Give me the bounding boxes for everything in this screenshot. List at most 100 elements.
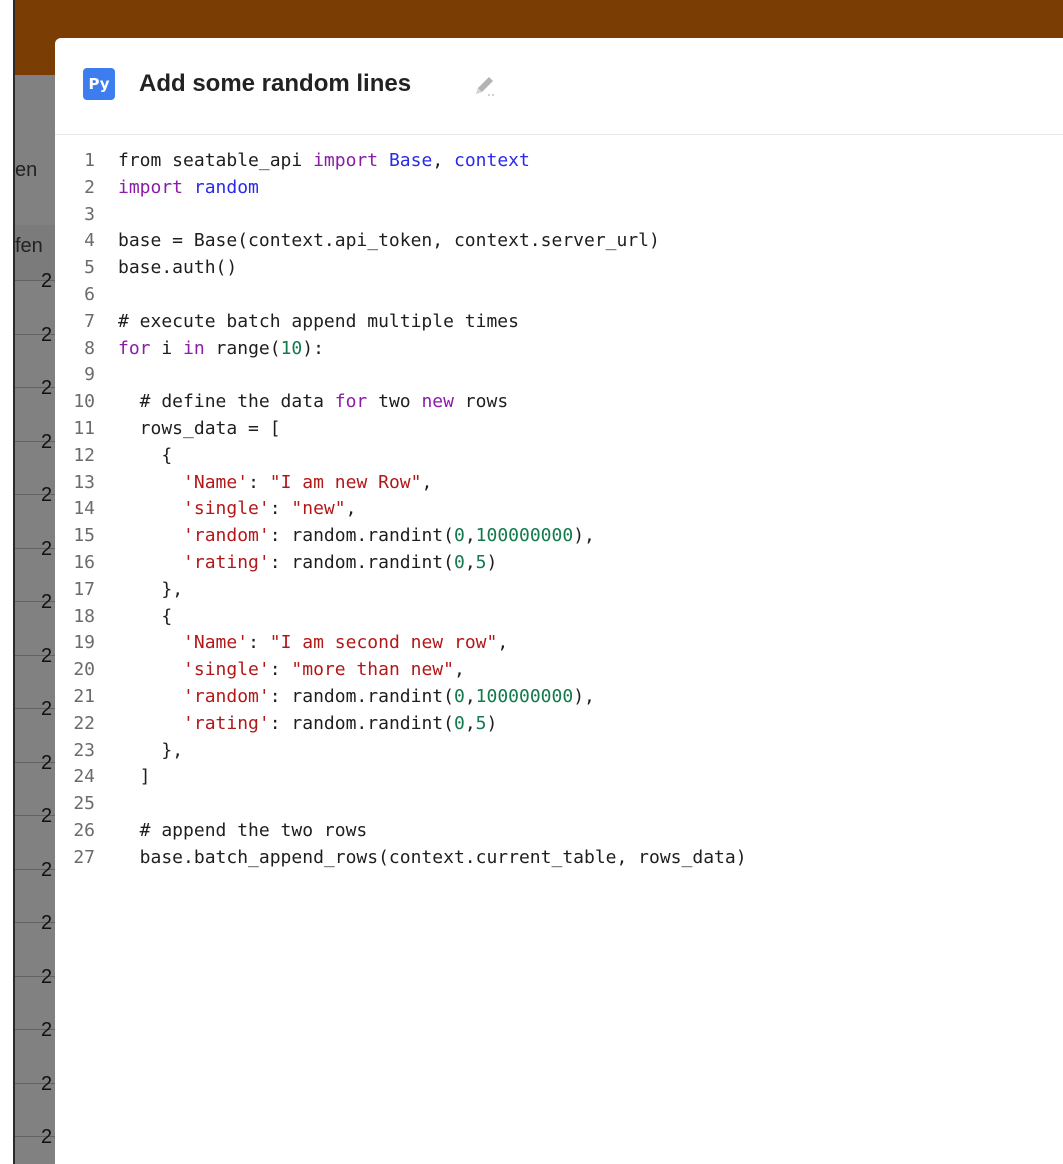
- code-token: Base: [388, 150, 433, 171]
- code-line[interactable]: 7 # execute batch append multiple times: [55, 309, 1063, 336]
- code-token: ),: [573, 685, 595, 707]
- line-number: 17: [73, 578, 95, 600]
- lint-marked-token: ]: [128, 766, 151, 788]
- code-line[interactable]: 26 # append the two rows: [55, 818, 1063, 845]
- code-line[interactable]: 3: [55, 202, 1063, 229]
- code-line[interactable]: 2 import random: [55, 175, 1063, 202]
- code-line[interactable]: 9: [55, 362, 1063, 389]
- lint-marked-token: }: [150, 578, 173, 600]
- code-line[interactable]: 24 ]: [55, 764, 1063, 791]
- code-text: {: [118, 443, 172, 470]
- code-token: two: [367, 391, 422, 413]
- code-token: I am second new row: [280, 632, 487, 654]
- code-line[interactable]: 12 {: [55, 443, 1063, 470]
- code-token: ,: [464, 712, 476, 734]
- line-number: 2: [84, 176, 95, 198]
- background-row-number: 2: [41, 1019, 53, 1041]
- pencil-icon[interactable]: [473, 73, 497, 97]
- code-line[interactable]: 22 'rating': random.randint(0,5): [55, 711, 1063, 738]
- python-badge-icon: Py: [83, 68, 115, 100]
- code-token: for: [334, 391, 368, 413]
- background-row-number: 2: [41, 751, 53, 774]
- background-row-number: 2: [41, 430, 53, 453]
- background-row-number: 2: [41, 377, 53, 399]
- code-line[interactable]: 20 'single': "more than new",: [55, 657, 1063, 684]
- code-text: # define the data for two new rows: [118, 389, 508, 416]
- code-line[interactable]: 11 rows_data = [: [55, 416, 1063, 443]
- code-line[interactable]: 6: [55, 282, 1063, 309]
- code-token: 0: [453, 712, 465, 734]
- code-token: {: [118, 605, 173, 627]
- code-token: base.batch_append_rows(context.current_t…: [118, 846, 747, 868]
- code-token: : random.randint(: [269, 525, 454, 547]
- code-text: 'random': random.randint(0,100000000),: [118, 684, 595, 711]
- code-text: 'rating': random.randint(0,5): [118, 711, 497, 738]
- background-row-number: 2: [41, 1126, 53, 1148]
- code-token: import: [313, 150, 379, 171]
- code-token: {: [118, 444, 173, 466]
- line-number: 15: [73, 525, 95, 547]
- code-token: random: [193, 176, 259, 198]
- code-line[interactable]: 19 'Name': "I am second new row",: [55, 630, 1063, 657]
- code-token: ,: [172, 578, 184, 600]
- code-line[interactable]: 8 for i in range(10):: [55, 336, 1063, 363]
- code-token: 100000000: [475, 525, 574, 547]
- background-row-number: 2: [41, 537, 53, 560]
- code-text: for i in range(10):: [118, 336, 324, 363]
- code-token: 5: [475, 712, 487, 734]
- line-number: 7: [84, 310, 95, 332]
- code-token: 'random': [183, 525, 270, 547]
- code-token: 100000000: [475, 685, 574, 707]
- code-text: },: [118, 738, 183, 765]
- script-title: Add some random lines: [139, 70, 412, 97]
- background-tab-label: fen: [15, 235, 43, 257]
- code-token: 0: [453, 551, 465, 573]
- code-token: from seatable_api: [118, 150, 314, 171]
- code-line[interactable]: 18 {: [55, 604, 1063, 631]
- code-line[interactable]: 23 },: [55, 738, 1063, 765]
- code-line[interactable]: 25: [55, 791, 1063, 818]
- code-token: 'rating': [183, 712, 270, 734]
- code-text: base.auth(): [118, 255, 237, 282]
- code-text: },: [118, 577, 183, 604]
- code-token: ,: [464, 525, 476, 547]
- code-line[interactable]: 4 base = Base(context.api_token, context.…: [55, 228, 1063, 255]
- line-number: 14: [73, 498, 95, 520]
- code-editor[interactable]: 1 from seatable_api import Base, context 2…: [55, 148, 1063, 872]
- code-line[interactable]: 21 'random': random.randint(0,100000000)…: [55, 684, 1063, 711]
- dialog-header: Py Add some random lines: [55, 38, 1063, 135]
- code-line[interactable]: 10 # define the data for two new rows: [55, 389, 1063, 416]
- code-line[interactable]: 17 },: [55, 577, 1063, 604]
- line-number: 10: [73, 391, 95, 413]
- code-token: ,: [421, 471, 433, 493]
- code-line[interactable]: 13 'Name': "I am new Row",: [55, 470, 1063, 497]
- code-line[interactable]: 1 from seatable_api import Base, context: [55, 148, 1063, 175]
- line-number: 4: [84, 230, 95, 252]
- code-line[interactable]: 27 base.batch_append_rows(context.curren…: [55, 845, 1063, 872]
- code-token: 'Name': [183, 471, 249, 493]
- code-token: base.auth(): [118, 257, 238, 279]
- code-token: ,: [464, 551, 476, 573]
- code-token: 'random': [183, 685, 270, 707]
- code-text: import random: [118, 175, 259, 202]
- code-token: context: [454, 150, 530, 171]
- lint-marked-token: }: [150, 739, 173, 761]
- code-line[interactable]: 14 'single': "new",: [55, 496, 1063, 523]
- code-text: 'single': "new",: [118, 496, 356, 523]
- line-number: 5: [84, 257, 95, 279]
- code-token: ,: [497, 632, 509, 654]
- code-line[interactable]: 15 'random': random.randint(0,100000000)…: [55, 523, 1063, 550]
- code-token: ,: [172, 739, 184, 761]
- lint-marked-token: ": [486, 632, 498, 654]
- code-line[interactable]: 16 'rating': random.randint(0,5): [55, 550, 1063, 577]
- code-line[interactable]: 5 base.auth(): [55, 255, 1063, 282]
- code-token: 'single': [183, 498, 270, 520]
- code-token: 5: [475, 551, 487, 573]
- line-number: 19: [73, 632, 95, 654]
- background-row-number: 2: [41, 484, 53, 506]
